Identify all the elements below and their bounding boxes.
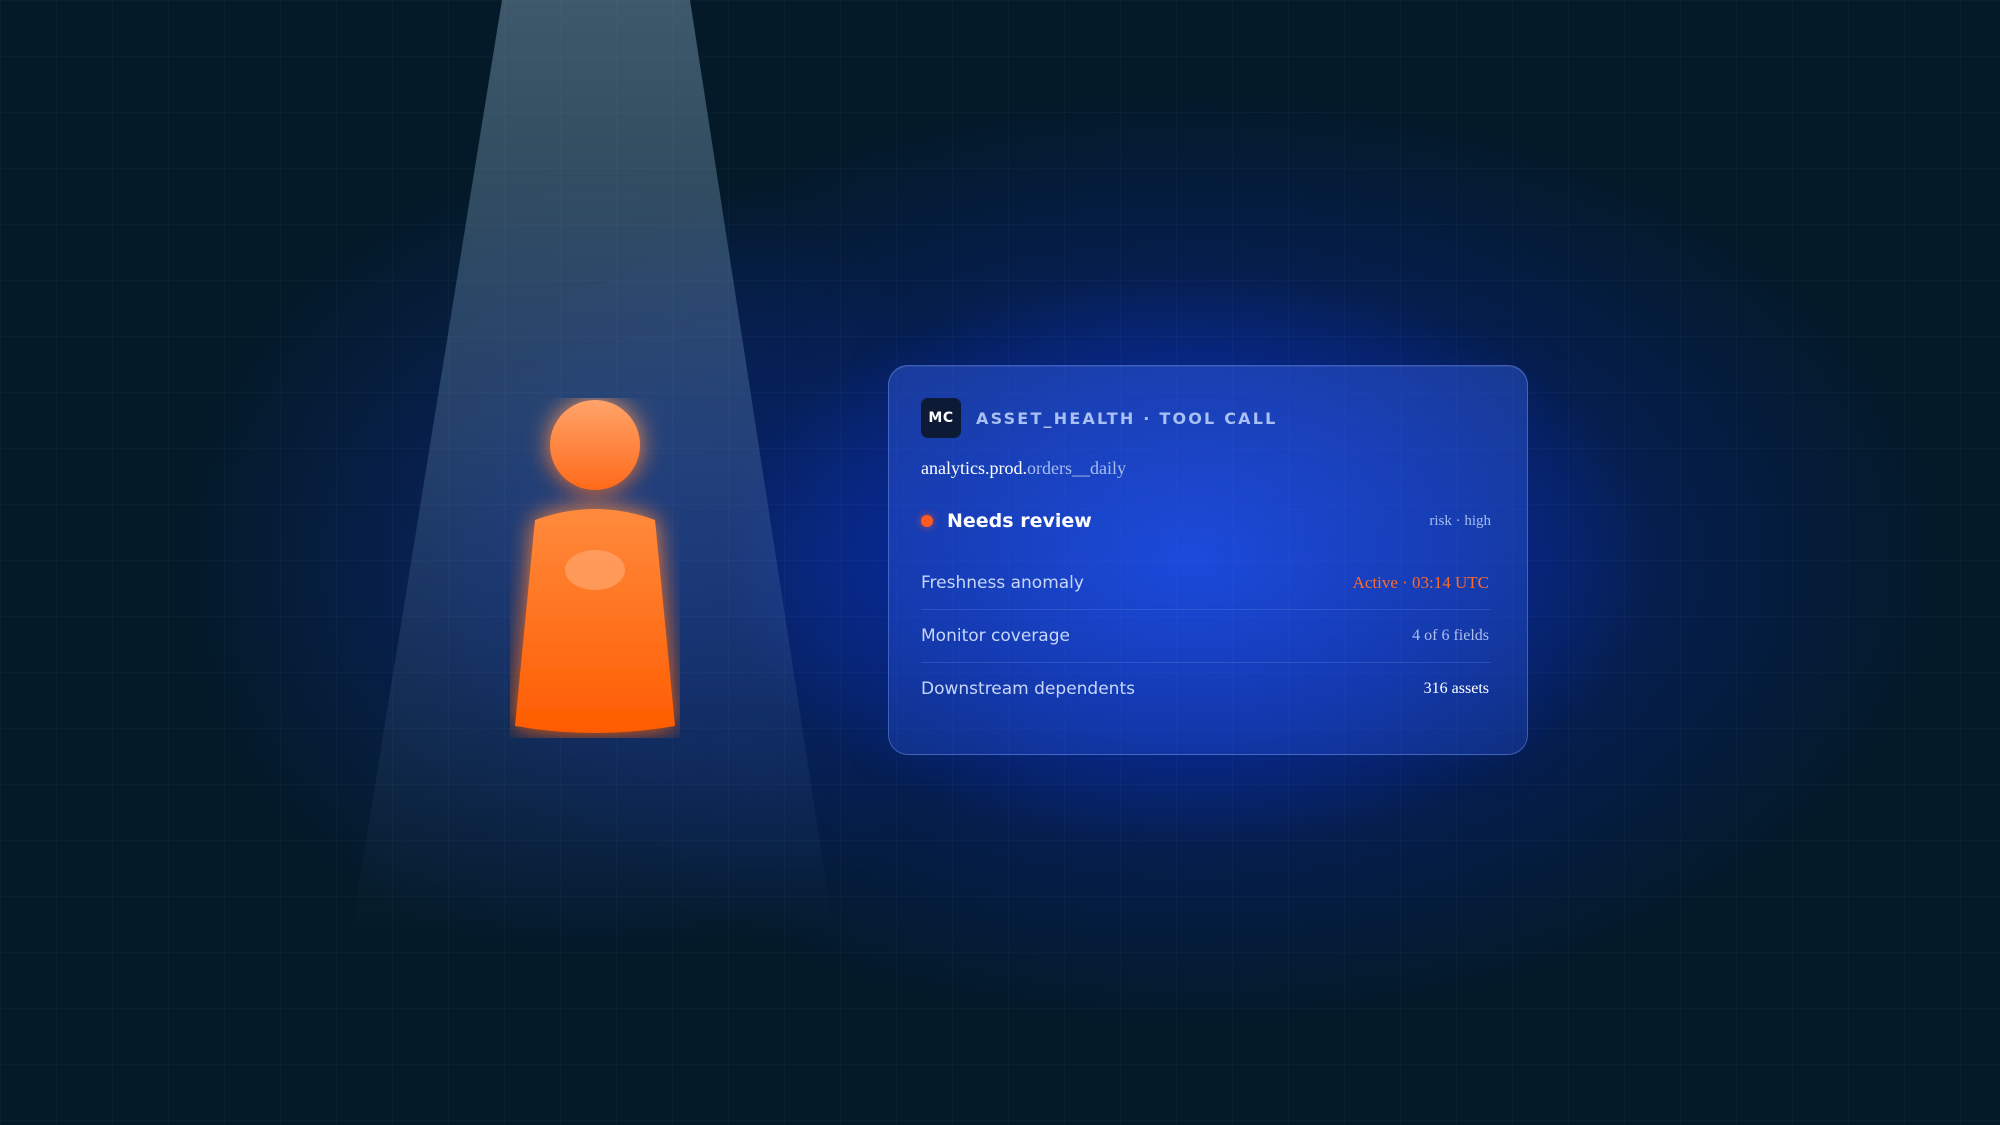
status-indicator: Needs review xyxy=(921,510,1092,532)
tool-call-title: ASSET_HEALTH · TOOL CALL xyxy=(976,408,1278,428)
metrics-list: Freshness anomaly Active · 03:14 UTC Mon… xyxy=(921,557,1491,715)
asset-prefix: analytics.prod. xyxy=(921,458,1027,478)
dependents-value: 316 assets xyxy=(1423,680,1489,697)
freshness-value: Active · 03:14 UTC xyxy=(1352,573,1489,592)
asset-table-name: orders__daily xyxy=(1026,458,1126,478)
status-label: Needs review xyxy=(947,510,1092,532)
status-row: Needs review risk · high xyxy=(921,507,1491,535)
list-item-freshness: Freshness anomaly Active · 03:14 UTC xyxy=(921,557,1491,610)
asset-health-card: MC ASSET_HEALTH · TOOL CALL analytics.pr… xyxy=(888,365,1528,755)
scene: MC ASSET_HEALTH · TOOL CALL analytics.pr… xyxy=(0,0,2000,1125)
mc-logo-badge: MC xyxy=(921,398,961,438)
asset-path: analytics.prod.orders__daily xyxy=(921,458,1491,479)
risk-level: risk · high xyxy=(1429,512,1491,529)
coverage-label: Monitor coverage xyxy=(921,626,1070,646)
list-item-coverage: Monitor coverage 4 of 6 fields xyxy=(921,610,1491,663)
coverage-value: 4 of 6 fields xyxy=(1412,627,1489,644)
list-item-dependents: Downstream dependents 316 assets xyxy=(921,663,1491,715)
status-dot-icon xyxy=(921,515,933,527)
freshness-label: Freshness anomaly xyxy=(921,573,1084,593)
dependents-label: Downstream dependents xyxy=(921,679,1135,699)
person-icon xyxy=(515,400,675,733)
card-header: MC ASSET_HEALTH · TOOL CALL xyxy=(921,398,1491,438)
